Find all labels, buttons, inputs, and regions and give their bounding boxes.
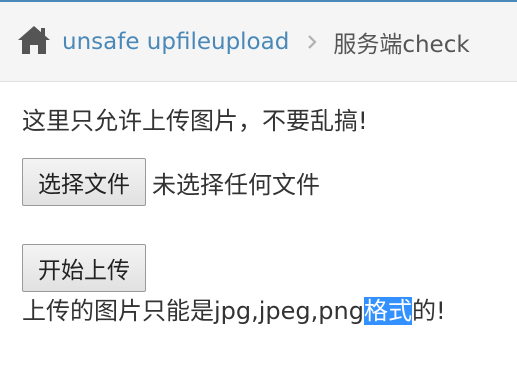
main-content: 这里只允许上传图片，不要乱搞! 选择文件 未选择任何文件 开始上传 上传的图片只… [0, 106, 517, 328]
choose-file-button[interactable]: 选择文件 [22, 158, 146, 206]
start-upload-button[interactable]: 开始上传 [22, 244, 146, 292]
breadcrumb-link-unsafe-upload[interactable]: unsafe upfileupload [62, 29, 289, 55]
upload-notice: 这里只允许上传图片，不要乱搞! [22, 107, 368, 135]
format-hint-suffix: 的! [411, 297, 446, 325]
file-status-text: 未选择任何文件 [152, 170, 320, 199]
chevron-right-icon [305, 32, 319, 52]
file-input: 选择文件 未选择任何文件 [22, 158, 517, 206]
format-hint-text: 上传的图片只能是jpg,jpeg,png [22, 297, 364, 325]
format-hint: 上传的图片只能是jpg,jpeg,png格式的! [22, 294, 517, 328]
breadcrumb-current: 服务端check [333, 31, 470, 58]
home-icon[interactable] [16, 24, 52, 56]
selected-text: 格式 [363, 297, 412, 325]
upload-row: 开始上传 [22, 244, 517, 292]
breadcrumb: unsafe upfileupload 服务端check [0, 2, 517, 82]
